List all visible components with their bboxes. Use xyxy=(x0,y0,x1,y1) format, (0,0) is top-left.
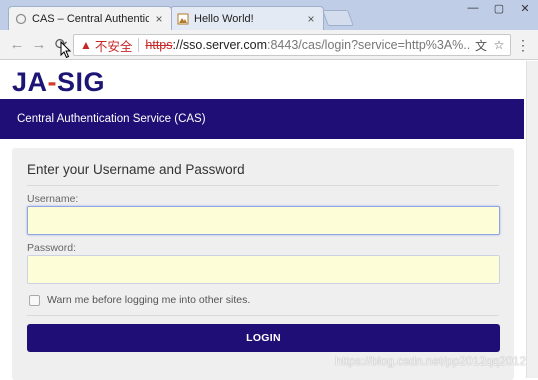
browser-tab-strip: CAS – Central Authentic × Hello World! ×… xyxy=(0,0,538,30)
divider xyxy=(27,185,499,186)
back-icon[interactable]: ← xyxy=(8,36,26,54)
url-path: :8443/cas/login?service=http%3A%... xyxy=(267,38,474,52)
tab-hello-world[interactable]: Hello World! × xyxy=(170,6,324,30)
omnibox-actions: 文 ☆ xyxy=(470,35,510,55)
logo-text: JA xyxy=(12,67,48,97)
banner-title: Central Authentication Service (CAS) xyxy=(17,113,206,125)
minimize-icon[interactable]: — xyxy=(460,0,486,16)
new-tab-button[interactable] xyxy=(322,10,354,26)
jasig-logo: JA-SIG xyxy=(12,67,106,97)
url-host: ://sso.server.com xyxy=(172,38,267,52)
window-controls: — ▢ ✕ xyxy=(460,0,538,20)
password-label: Password: xyxy=(27,242,77,254)
login-heading: Enter your Username and Password xyxy=(27,162,245,177)
tab-close-icon[interactable]: × xyxy=(305,12,317,26)
close-window-icon[interactable]: ✕ xyxy=(512,0,538,16)
warn-option: Warn me before logging me into other sit… xyxy=(29,294,250,306)
insecure-label[interactable]: 不安全 xyxy=(95,36,133,55)
tab-close-icon[interactable]: × xyxy=(153,12,165,26)
address-bar[interactable]: ▲ 不安全 https ://sso.server.com :8443/cas/… xyxy=(73,34,511,56)
tab-title: Hello World! xyxy=(194,12,254,25)
warn-checkbox[interactable] xyxy=(29,294,40,306)
forward-icon[interactable]: → xyxy=(30,36,48,54)
tab-cas[interactable]: CAS – Central Authentic × xyxy=(8,6,172,30)
logo-accent: - xyxy=(47,67,58,97)
warning-icon[interactable]: ▲ xyxy=(80,38,92,52)
username-label: Username: xyxy=(27,193,79,205)
password-field[interactable] xyxy=(27,255,500,284)
bookmark-star-icon[interactable]: ☆ xyxy=(490,38,508,52)
page-content: JA-SIG Central Authentication Service (C… xyxy=(0,61,538,380)
login-card: Enter your Username and Password Usernam… xyxy=(12,148,514,380)
translate-icon[interactable]: 文 xyxy=(472,37,490,54)
header-banner: Central Authentication Service (CAS) xyxy=(0,99,524,139)
url-scheme: https xyxy=(145,38,173,52)
tab-title: CAS – Central Authentic xyxy=(32,12,149,25)
warn-label[interactable]: Warn me before logging me into other sit… xyxy=(47,294,250,306)
login-button[interactable]: LOGIN xyxy=(27,324,500,352)
logo-text: SIG xyxy=(57,67,106,97)
divider xyxy=(138,38,140,52)
divider xyxy=(27,315,499,316)
image-favicon-icon xyxy=(177,13,189,25)
username-field[interactable] xyxy=(27,206,500,235)
browser-toolbar: ← → ⟳ ▲ 不安全 https ://sso.server.com :844… xyxy=(0,30,538,60)
watermark-text: https://blog.csdn.net/pp2012qq2012 xyxy=(335,354,526,368)
chrome-menu-icon[interactable]: ⋮ xyxy=(516,38,530,52)
page-scrollbar[interactable] xyxy=(526,61,538,378)
maximize-icon[interactable]: ▢ xyxy=(486,0,512,16)
mouse-cursor-icon xyxy=(60,41,72,59)
page-favicon-icon xyxy=(15,13,27,25)
